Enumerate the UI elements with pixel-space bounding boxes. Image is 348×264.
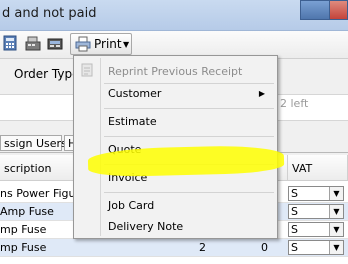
chevron-down-icon: ▼ <box>329 187 343 200</box>
menu-separator <box>104 83 274 84</box>
print-menu: Reprint Previous Receipt Customer ▶ Esti… <box>73 55 278 239</box>
menu-item-reprint-previous-receipt[interactable]: Reprint Previous Receipt <box>108 65 242 78</box>
window-title: d and not paid <box>2 6 97 21</box>
chevron-down-icon: ▼ <box>329 241 343 254</box>
menu-separator <box>104 108 274 109</box>
vat-select[interactable]: S ▼ <box>288 240 344 255</box>
row-description: mp Fuse <box>0 241 47 254</box>
tab-assign-users[interactable]: ssign Users <box>0 135 67 151</box>
print-button[interactable]: Print ▼ <box>70 33 132 55</box>
cash-register-icon[interactable] <box>25 35 41 51</box>
maximize-button[interactable] <box>300 0 330 20</box>
menu-gutter <box>100 58 101 236</box>
print-button-label: Print <box>94 37 122 51</box>
menu-separator <box>104 192 274 193</box>
chevron-down-icon: ▼ <box>123 40 130 49</box>
vat-select[interactable]: S ▼ <box>288 204 344 219</box>
close-button[interactable] <box>329 0 348 20</box>
order-type-label: Order Type <box>14 67 80 81</box>
chevron-down-icon: ▼ <box>329 205 343 218</box>
menu-item-delivery-note[interactable]: Delivery Note <box>108 220 183 233</box>
row-description: Amp Fuse <box>0 205 54 218</box>
menu-separator <box>104 136 274 137</box>
vat-select[interactable]: S ▼ <box>288 222 344 237</box>
tab-label: ssign Users <box>4 137 67 150</box>
menu-separator <box>104 164 274 165</box>
calculator-icon[interactable] <box>2 35 18 51</box>
menu-item-quote[interactable]: Quote <box>108 143 141 156</box>
menu-item-job-card[interactable]: Job Card <box>108 199 154 212</box>
chevron-down-icon: ▼ <box>329 223 343 236</box>
menu-item-customer[interactable]: Customer <box>108 87 161 100</box>
row-price: 0 <box>261 241 268 254</box>
vat-select[interactable]: S ▼ <box>288 186 344 201</box>
till-icon[interactable] <box>47 35 63 51</box>
row-description: mp Fuse <box>0 223 47 236</box>
title-bar: d and not paid <box>0 0 348 31</box>
submenu-arrow-icon: ▶ <box>258 89 265 98</box>
row-qty: 2 <box>199 241 206 254</box>
remaining-hint: 2 left <box>280 97 309 110</box>
menu-item-invoice[interactable]: Invoice <box>108 171 147 184</box>
reprint-icon <box>81 63 93 77</box>
menu-item-estimate[interactable]: Estimate <box>108 115 157 128</box>
column-header-vat[interactable]: VAT <box>288 155 348 181</box>
table-row[interactable]: mp Fuse 2 0 S▼ <box>0 239 348 257</box>
printer-icon <box>75 36 91 52</box>
